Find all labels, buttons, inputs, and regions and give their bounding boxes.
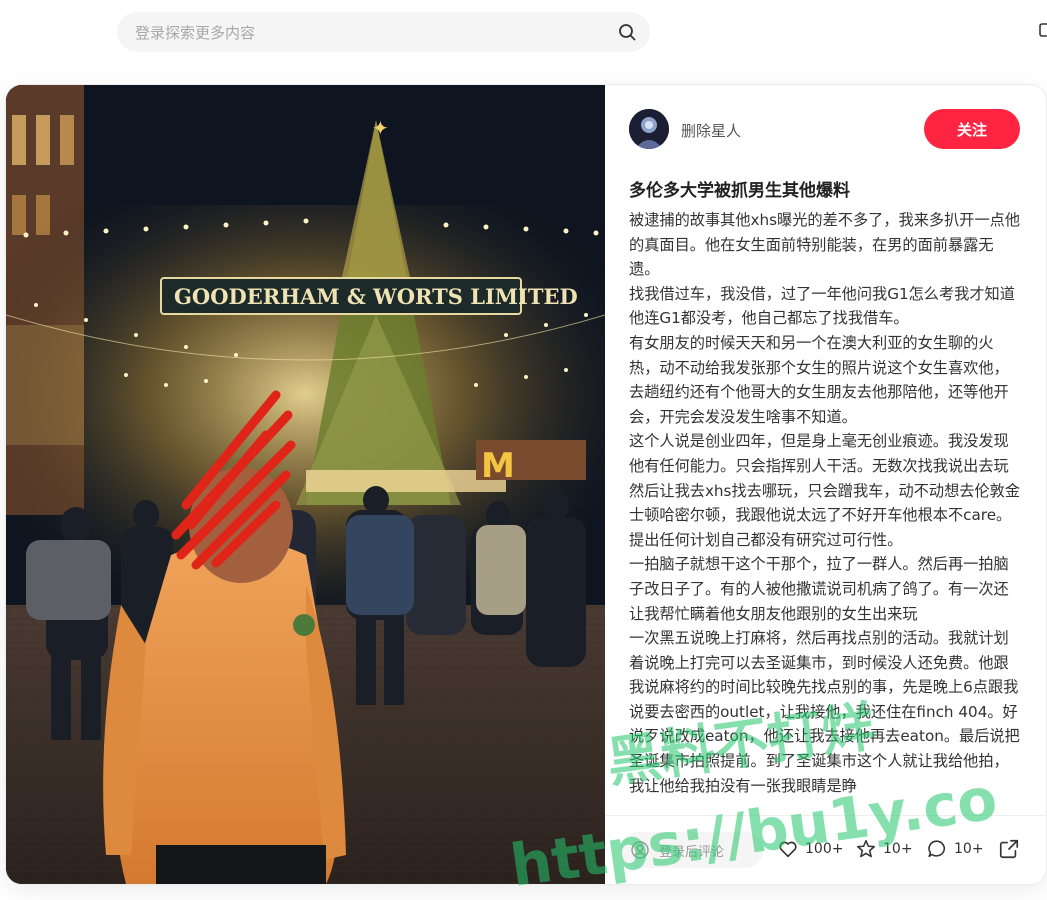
photo-illustration: ✦ GOODERHAM & WORTS LIMITED M — [6, 85, 605, 884]
like-count: 100+ — [805, 841, 844, 857]
author-name[interactable]: 删除星人 — [681, 120, 741, 141]
note-detail-panel: 删除星人 关注 多伦多大学被抓男生其他爆料 被逮捕的故事其他xhs曝光的差不多了… — [605, 85, 1046, 884]
home-icon[interactable] — [1038, 22, 1047, 38]
note-paragraph: 有女朋友的时候天天和另一个在澳大利亚的女生聊的火热，动不动给我发张那个女生的照片… — [629, 333, 1009, 426]
avatar-image — [629, 109, 669, 149]
star-icon — [856, 839, 876, 858]
collect-button[interactable]: 10+ — [855, 838, 913, 860]
engagement-bar: 登录后评论 100+ 10+ 10+ — [605, 815, 1046, 884]
search-bar — [117, 12, 650, 54]
share-icon[interactable] — [998, 838, 1020, 860]
heart-icon — [779, 841, 797, 858]
svg-text:M: M — [481, 446, 515, 486]
note-content: 被逮捕的故事其他xhs曝光的差不多了，我来多扒开一点他的真面目。他在女生面前特别… — [629, 208, 1021, 812]
note-photo[interactable]: ✦ GOODERHAM & WORTS LIMITED M — [6, 85, 605, 884]
note-paragraph: 找我借过车，我没借，过了一年他问我G1怎么考我才知道他连G1都没考，他自己都忘了… — [629, 284, 1015, 328]
comment-count: 10+ — [954, 841, 984, 857]
comment-icon — [928, 840, 946, 858]
note-card: ✦ GOODERHAM & WORTS LIMITED M 删除星人 关注 多伦… — [6, 85, 1046, 884]
follow-button[interactable]: 关注 — [924, 109, 1020, 149]
collect-count: 10+ — [883, 841, 913, 857]
note-paragraph: 一次黑五说晚上打麻将，然后再找点别的活动。我就计划着说晚上打完可以去圣诞集市，到… — [629, 629, 1020, 795]
user-icon — [631, 841, 649, 859]
note-title: 多伦多大学被抓男生其他爆料 — [629, 181, 850, 201]
comment-placeholder: 登录后评论 — [659, 845, 725, 860]
note-paragraph: 被逮捕的故事其他xhs曝光的差不多了，我来多扒开一点他的真面目。他在女生面前特别… — [629, 211, 1021, 279]
search-icon[interactable] — [618, 23, 636, 41]
author-avatar[interactable] — [629, 109, 669, 149]
comment-input[interactable]: 登录后评论 — [621, 832, 763, 868]
search-input[interactable] — [133, 12, 607, 54]
note-paragraph: 一拍脑子就想干这个干那个，拉了一群人。然后再一拍脑子改日子了。有的人被他撒谎说司… — [629, 555, 1009, 623]
like-button[interactable]: 100+ — [777, 838, 843, 860]
comment-button[interactable]: 10+ — [926, 838, 984, 860]
photo-sign-text: GOODERHAM & WORTS LIMITED — [174, 284, 578, 309]
note-paragraph: 这个人说是创业四年，但是身上毫无创业痕迹。我没发现他有任何能力。只会指挥别人干活… — [629, 432, 1021, 549]
svg-text:✦: ✦ — [372, 116, 389, 140]
